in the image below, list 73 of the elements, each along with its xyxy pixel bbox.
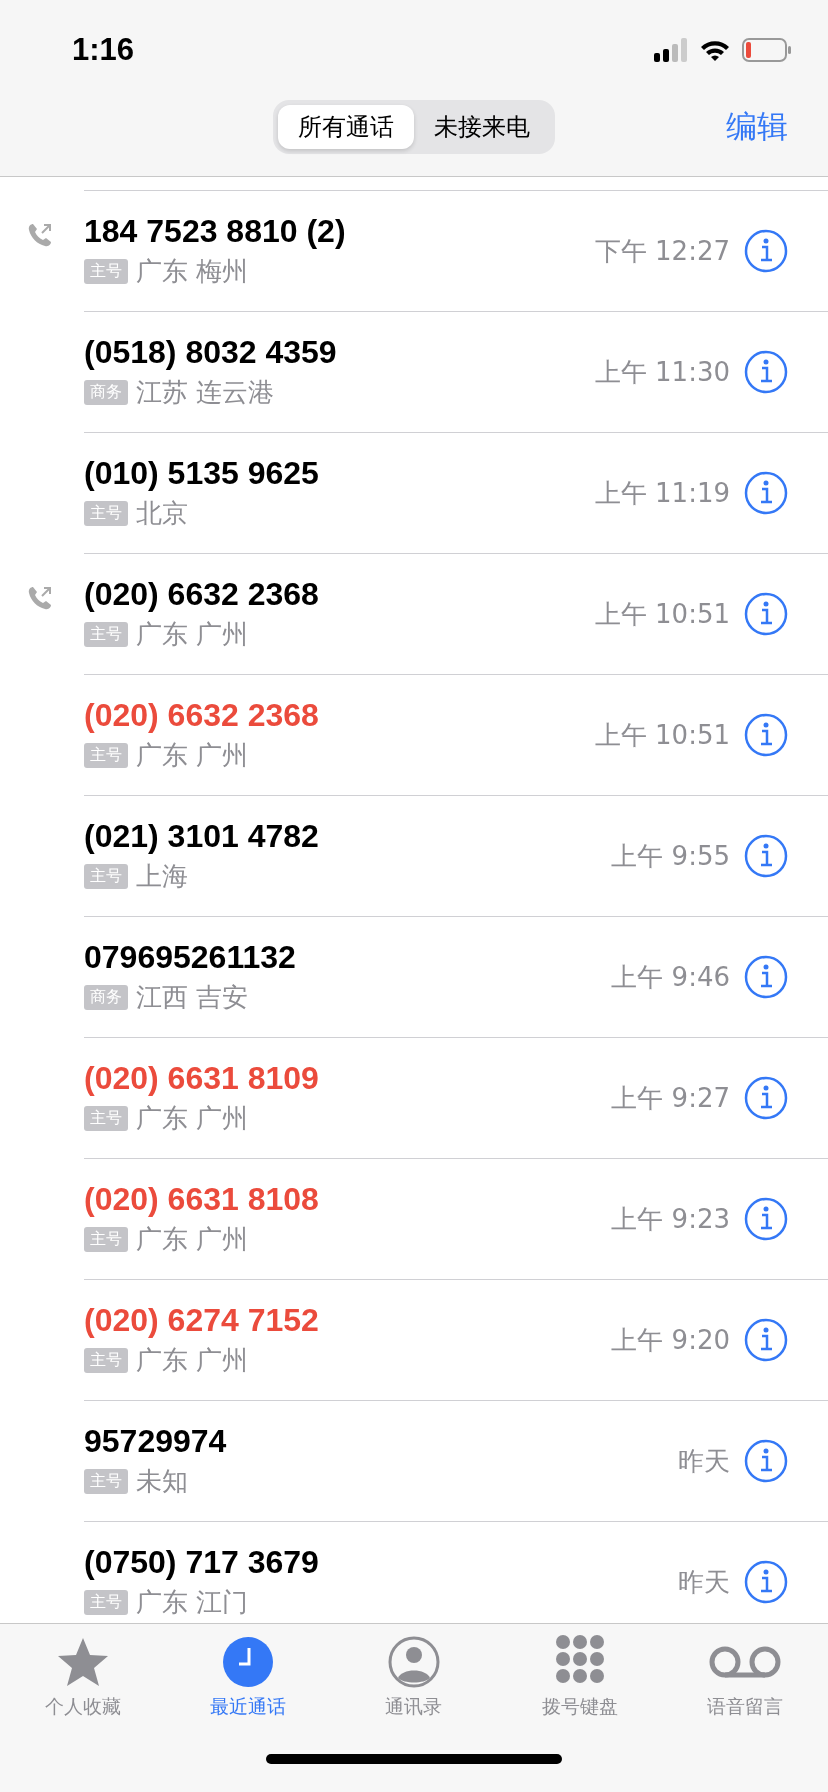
info-icon[interactable] bbox=[744, 1560, 788, 1604]
call-location: 广东 广州 bbox=[136, 739, 249, 772]
phone-number: (020) 6274 7152 bbox=[84, 1302, 320, 1339]
tab-bar-item[interactable]: 个人收藏 bbox=[2, 1634, 163, 1720]
number-tag: 主号 bbox=[84, 622, 128, 647]
call-time: 上午 9:27 bbox=[611, 1081, 730, 1115]
phone-number: (020) 6632 2368 bbox=[84, 576, 320, 613]
call-location: 广东 广州 bbox=[136, 1223, 249, 1256]
call-time: 昨天 bbox=[678, 1444, 730, 1478]
info-icon[interactable] bbox=[744, 471, 788, 515]
call-location: 广东 广州 bbox=[136, 1344, 249, 1377]
number-tag: 主号 bbox=[84, 501, 128, 526]
phone-number: (0518) 8032 4359 bbox=[84, 334, 338, 371]
tab-bar-item[interactable]: 拨号键盘 bbox=[499, 1634, 660, 1720]
info-icon[interactable] bbox=[744, 1318, 788, 1362]
phone-number: 079695261132 bbox=[84, 939, 297, 976]
tab-bar-item[interactable]: 语音留言 bbox=[665, 1634, 826, 1720]
call-time: 上午 10:51 bbox=[594, 597, 730, 631]
call-time: 上午 11:19 bbox=[594, 476, 730, 510]
call-time: 下午 12:27 bbox=[594, 234, 730, 268]
tab-bar-item[interactable]: 最近通话 bbox=[168, 1634, 329, 1720]
info-icon[interactable] bbox=[744, 1439, 788, 1483]
call-location: 江西 吉安 bbox=[136, 981, 249, 1014]
tab-bar-item[interactable]: 通讯录 bbox=[334, 1634, 494, 1720]
number-tag: 主号 bbox=[84, 864, 128, 889]
number-tag: 主号 bbox=[84, 1469, 128, 1494]
call-time: 昨天 bbox=[678, 1565, 730, 1599]
number-tag: 主号 bbox=[84, 743, 128, 768]
call-time: 上午 9:23 bbox=[611, 1202, 730, 1236]
number-tag: 主号 bbox=[84, 1106, 128, 1131]
phone-number: (020) 6631 8109 bbox=[84, 1060, 320, 1097]
phone-number: (020) 6632 2368 bbox=[84, 697, 320, 734]
segment-tab[interactable]: 所有通话 bbox=[278, 105, 414, 149]
phone-number: 95729974 bbox=[84, 1423, 228, 1460]
battery-icon bbox=[742, 38, 792, 62]
call-time: 上午 9:20 bbox=[611, 1323, 730, 1357]
info-icon[interactable] bbox=[744, 955, 788, 999]
phone-number: (021) 3101 4782 bbox=[84, 818, 320, 855]
number-tag: 主号 bbox=[84, 1348, 128, 1373]
call-location: 上海 bbox=[136, 860, 188, 893]
segment-tab[interactable]: 未接来电 bbox=[414, 105, 550, 149]
info-icon[interactable] bbox=[744, 1076, 788, 1120]
info-icon[interactable] bbox=[744, 834, 788, 878]
info-icon[interactable] bbox=[744, 713, 788, 757]
call-time: 上午 9:55 bbox=[611, 839, 730, 873]
phone-number: (010) 5135 9625 bbox=[84, 455, 320, 492]
call-location: 北京 bbox=[136, 497, 188, 530]
info-icon[interactable] bbox=[744, 350, 788, 394]
signal-icon bbox=[654, 38, 688, 62]
call-location: 广东 广州 bbox=[136, 1102, 249, 1135]
number-tag: 主号 bbox=[84, 259, 128, 284]
call-time: 上午 11:30 bbox=[594, 355, 730, 389]
number-tag: 主号 bbox=[84, 1227, 128, 1252]
info-icon[interactable] bbox=[744, 1197, 788, 1241]
phone-number: (020) 6631 8108 bbox=[84, 1181, 320, 1218]
call-location: 江苏 连云港 bbox=[136, 376, 275, 409]
call-time: 上午 10:51 bbox=[594, 718, 730, 752]
edit-button[interactable]: 编辑 bbox=[726, 106, 788, 148]
call-time: 上午 9:46 bbox=[611, 960, 730, 994]
call-location: 未知 bbox=[136, 1465, 188, 1498]
phone-number: 184 7523 8810 (2) bbox=[84, 213, 347, 250]
person-icon bbox=[386, 1634, 442, 1690]
wifi-icon bbox=[700, 39, 730, 61]
number-tag: 商务 bbox=[84, 380, 128, 405]
number-tag: 主号 bbox=[84, 1590, 128, 1615]
phone-number: (0750) 717 3679 bbox=[84, 1544, 320, 1581]
info-icon[interactable] bbox=[744, 229, 788, 273]
call-location: 广东 梅州 bbox=[136, 255, 249, 288]
call-location: 广东 江门 bbox=[136, 1586, 249, 1619]
number-tag: 商务 bbox=[84, 985, 128, 1010]
call-location: 广东 广州 bbox=[136, 618, 249, 651]
info-icon[interactable] bbox=[744, 592, 788, 636]
status-time: 1:16 bbox=[72, 32, 135, 68]
